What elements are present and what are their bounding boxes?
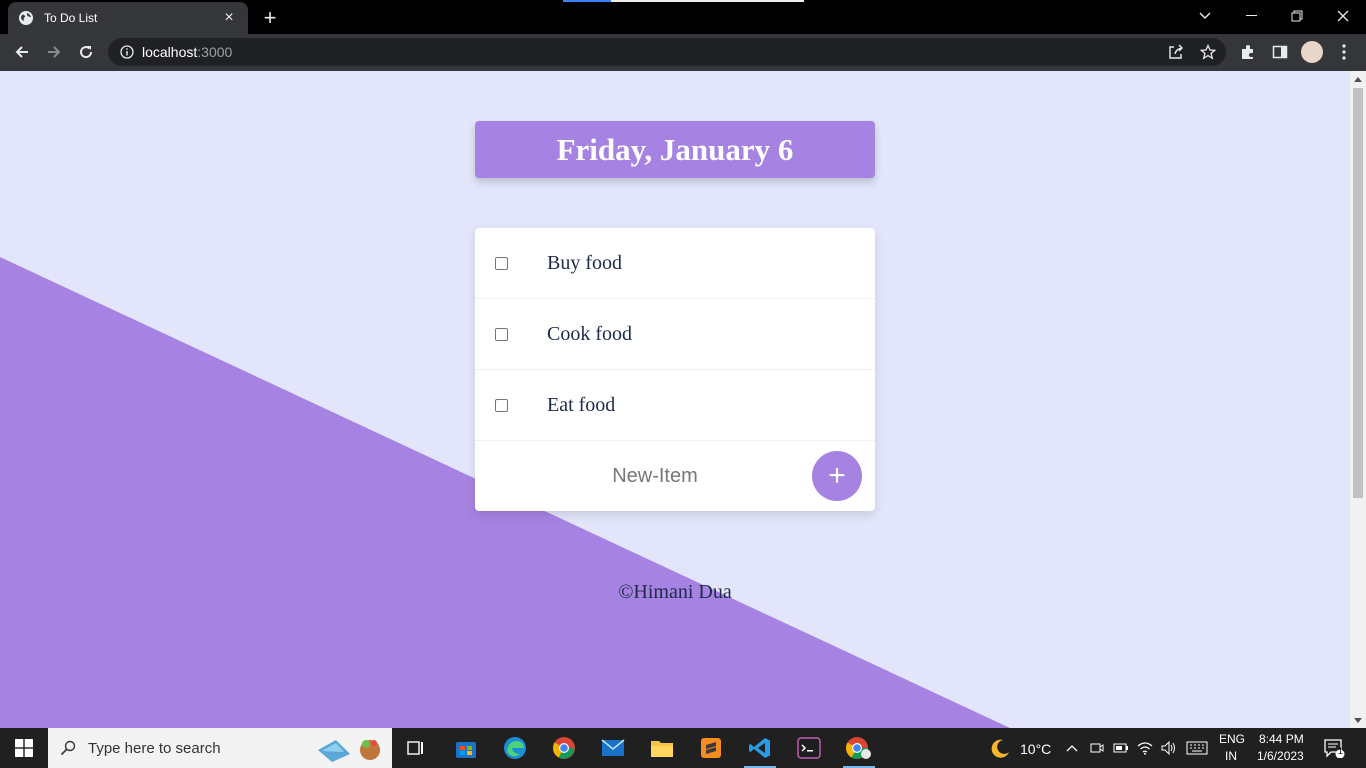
item-label: Eat food: [547, 393, 616, 416]
weather-temperature[interactable]: 10°C: [1020, 741, 1051, 757]
scroll-down-icon[interactable]: [1354, 718, 1362, 723]
extensions-icon[interactable]: [1236, 40, 1260, 64]
volume-icon[interactable]: [1158, 732, 1180, 764]
edge-browser-icon[interactable]: [495, 732, 535, 764]
clock-time[interactable]: 8:44 PM: [1259, 732, 1304, 746]
notifications-icon[interactable]: 1: [1316, 732, 1352, 764]
browser-toolbar: localhost:3000: [0, 34, 1366, 71]
item-checkbox[interactable]: [495, 398, 508, 412]
vscode-icon[interactable]: [740, 732, 780, 768]
list-item: Buy food: [475, 228, 875, 299]
taskbar-search-box[interactable]: Type here to search: [48, 728, 392, 768]
bookmark-star-icon[interactable]: [1196, 40, 1220, 64]
item-checkbox[interactable]: [495, 256, 508, 270]
task-view-icon[interactable]: [396, 732, 436, 764]
list-item: Eat food: [475, 370, 875, 441]
meet-now-icon[interactable]: [1086, 732, 1108, 764]
wifi-icon[interactable]: [1134, 732, 1156, 764]
forward-icon[interactable]: [40, 38, 68, 66]
browser-tab[interactable]: To Do List ×: [8, 2, 248, 34]
search-icon: [60, 740, 76, 756]
url-host: localhost: [142, 44, 198, 60]
url-port: :3000: [197, 44, 233, 60]
tab-close-icon[interactable]: ×: [220, 9, 238, 27]
browser-title-bar: To Do List × +: [0, 0, 1366, 34]
footer-credit: ©Himani Dua: [618, 581, 732, 603]
list-item: Cook food: [475, 299, 875, 370]
windows-start-icon[interactable]: [0, 728, 48, 768]
page-title: Friday, January 6: [556, 131, 794, 167]
file-explorer-icon[interactable]: [642, 732, 682, 764]
globe-icon: [19, 11, 33, 25]
back-icon[interactable]: [8, 38, 36, 66]
address-bar[interactable]: localhost:3000: [108, 38, 1226, 66]
language-indicator[interactable]: ENG: [1219, 732, 1245, 746]
page-viewport: Friday, January 6 Buy food Cook food Eat…: [0, 71, 1350, 728]
page-scrollbar[interactable]: [1350, 71, 1366, 728]
kebab-menu-icon[interactable]: [1332, 40, 1356, 64]
scrollbar-thumb[interactable]: [1353, 88, 1363, 498]
show-hidden-icons-chevron-icon[interactable]: [1060, 732, 1084, 764]
region-indicator[interactable]: IN: [1225, 749, 1237, 763]
chrome-active-window-icon[interactable]: [839, 732, 879, 768]
weather-moon-icon[interactable]: [980, 732, 1020, 764]
reload-icon[interactable]: [72, 38, 100, 66]
search-placeholder: Type here to search: [88, 739, 221, 757]
search-highlight-illustration-icon: [318, 740, 380, 762]
todo-list: Buy food Cook food Eat food +: [475, 228, 875, 511]
add-item-button[interactable]: +: [812, 451, 862, 501]
clock-date[interactable]: 1/6/2023: [1257, 749, 1304, 763]
microsoft-store-icon[interactable]: [446, 732, 486, 764]
chrome-icon[interactable]: [544, 732, 584, 764]
window-drag-highlight: [563, 0, 804, 2]
share-icon[interactable]: [1164, 40, 1188, 64]
new-item-form: +: [475, 441, 875, 511]
profile-avatar[interactable]: [1300, 40, 1324, 64]
item-label: Cook food: [547, 322, 632, 345]
windows-taskbar: Type here to search 10°C ENG IN 8:44 PM …: [0, 728, 1366, 768]
site-info-icon[interactable]: [120, 45, 134, 59]
tab-title: To Do List: [44, 11, 98, 25]
new-item-input[interactable]: [555, 459, 755, 493]
terminal-icon[interactable]: [789, 732, 829, 764]
new-tab-button[interactable]: +: [258, 5, 282, 30]
mail-icon[interactable]: [593, 732, 633, 764]
touch-keyboard-icon[interactable]: [1183, 732, 1211, 764]
date-heading-box: Friday, January 6: [475, 121, 875, 178]
item-checkbox[interactable]: [495, 327, 508, 341]
scroll-up-icon[interactable]: [1354, 77, 1362, 82]
sublime-text-icon[interactable]: [691, 732, 731, 764]
item-label: Buy food: [547, 251, 622, 274]
restore-icon[interactable]: [1274, 0, 1320, 32]
side-panel-icon[interactable]: [1268, 40, 1292, 64]
tab-search-icon[interactable]: [1182, 0, 1228, 32]
minimize-icon[interactable]: [1228, 0, 1274, 32]
battery-icon[interactable]: [1110, 732, 1132, 764]
close-window-icon[interactable]: [1320, 0, 1366, 32]
notification-count: 1: [1338, 746, 1344, 756]
